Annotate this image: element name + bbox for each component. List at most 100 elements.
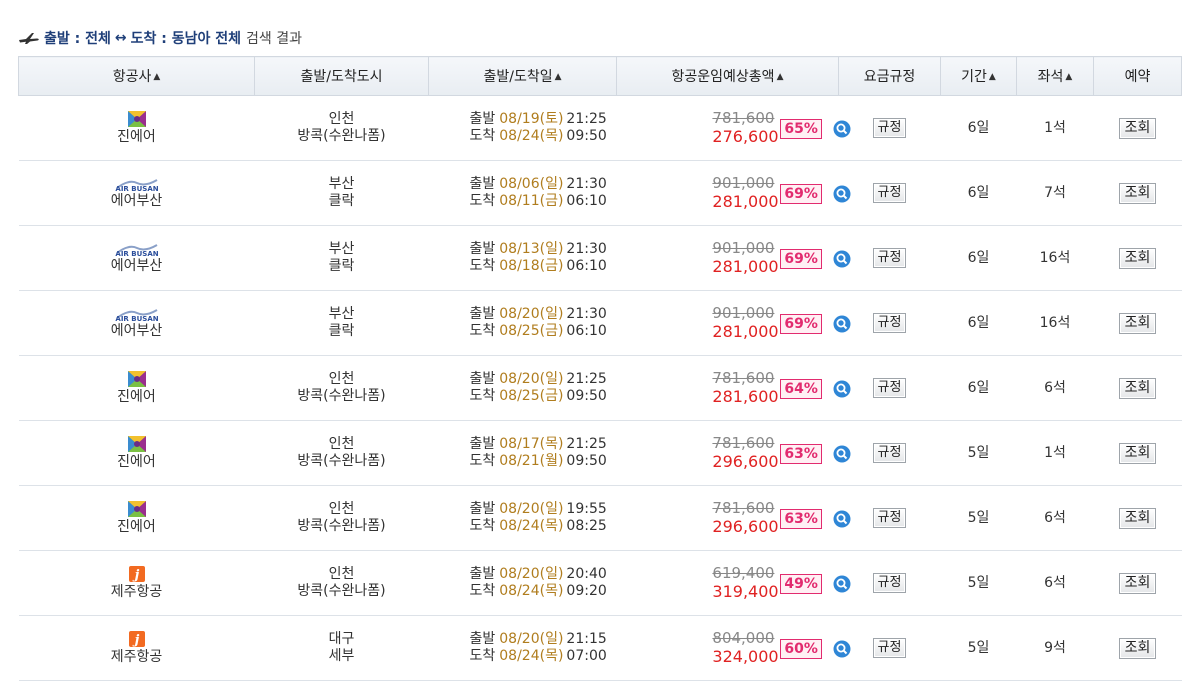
header-duration[interactable]: 기간 ▲ [940,56,1017,96]
magnifier-icon[interactable] [833,185,851,203]
arrival-line: 도착 08/25(금) 06:10 [429,323,617,340]
view-button[interactable]: 조회 [1118,377,1157,399]
fare-rule-cell: 규정 [838,615,941,681]
magnifier-icon[interactable] [833,445,851,463]
dates-cell: 출발 08/06(일) 21:30 도착 08/11(금) 06:10 [428,160,617,226]
departure-city: 인천 [328,501,355,517]
header-airline[interactable]: 항공사 ▲ [18,56,255,96]
departure-time: 21:25 [566,111,607,127]
departure-date: 08/13(일) [499,241,564,257]
jejuair-logo-icon: j [128,566,145,583]
airline-cell: j 제주항공 [18,615,255,681]
jinair-logo-icon [127,371,146,387]
magnifier-icon[interactable] [833,120,851,138]
view-button[interactable]: 조회 [1118,117,1157,139]
duration-cell: 5일 [940,550,1017,616]
discount-badge: 64% [780,379,822,399]
fare-cell: 901,000 281,000 69% [616,290,851,356]
fare-rule-button[interactable]: 규정 [872,443,907,463]
magnifier-icon[interactable] [833,380,851,398]
original-price: 901,000 [712,239,775,257]
original-price: 781,600 [712,499,775,517]
view-button[interactable]: 조회 [1118,572,1157,594]
header-cities: 출발/도착도시 [254,56,429,96]
arrival-line: 도착 08/21(월) 09:50 [429,453,617,470]
fare-rule-button[interactable]: 규정 [872,378,907,398]
fare-cell: 781,600 281,600 64% [616,355,851,421]
fare-rule-cell: 규정 [838,550,941,616]
view-button[interactable]: 조회 [1118,247,1157,269]
departure-city: 인천 [328,111,355,127]
departure-time: 21:30 [566,241,607,257]
jinair-logo-icon [127,501,146,517]
view-button[interactable]: 조회 [1118,182,1157,204]
magnifier-icon[interactable] [833,575,851,593]
header-fare[interactable]: 항공운임예상총액 ▲ [616,56,839,96]
duration-cell: 6일 [940,225,1017,291]
final-price: 281,000 [712,192,779,211]
duration-cell: 5일 [940,615,1017,681]
fare-rule-cell: 규정 [838,160,941,226]
arrive-label: 도착 [469,518,496,534]
final-price: 319,400 [712,582,779,601]
fare-rule-button[interactable]: 규정 [872,508,907,528]
airline-name: 진에어 [117,519,156,535]
price-block: 781,600 296,600 63% [712,434,851,472]
departure-date: 08/06(일) [499,176,564,192]
fare-rule-button[interactable]: 규정 [872,118,907,138]
final-price: 281,600 [712,387,779,406]
departure-line: 출발 08/20(일) 21:15 [429,631,617,648]
arrival-time: 06:10 [566,193,607,209]
arrival-date: 08/11(금) [499,193,564,209]
airline-name: 제주항공 [110,584,163,600]
fare-rule-button[interactable]: 규정 [872,248,907,268]
fare-rule-cell: 규정 [838,95,941,161]
fare-rule-button[interactable]: 규정 [872,638,907,658]
fare-cell: 781,600 296,600 63% [616,485,851,551]
fare-rule-button[interactable]: 규정 [872,573,907,593]
departure-time: 21:25 [566,436,607,452]
sort-arrow-icon[interactable]: ▲ [989,72,996,82]
duration-cell: 5일 [940,420,1017,486]
reservation-cell: 조회 [1093,290,1182,356]
fare-rule-cell: 규정 [838,420,941,486]
svg-text:AIR BUSAN: AIR BUSAN [115,185,158,192]
view-button[interactable]: 조회 [1118,637,1157,659]
header-label: 항공사 [112,69,152,85]
arrival-time: 09:20 [566,583,607,599]
discount-badge: 65% [780,119,822,139]
departure-line: 출발 08/17(목) 21:25 [429,436,617,453]
magnifier-icon[interactable] [833,250,851,268]
fare-rule-button[interactable]: 규정 [872,313,907,333]
departure-line: 출발 08/20(일) 19:55 [429,501,617,518]
header-seats[interactable]: 좌석 ▲ [1016,56,1094,96]
price-block: 901,000 281,000 69% [712,239,851,277]
discount-badge: 69% [780,314,822,334]
cities-cell: 인천 방콕(수완나폼) [254,485,429,551]
sort-arrow-icon[interactable]: ▲ [555,72,562,82]
discount-badge: 63% [780,509,822,529]
airline-name: 에어부산 [110,193,163,209]
fare-rule-button[interactable]: 규정 [872,183,907,203]
magnifier-icon[interactable] [833,640,851,658]
magnifier-icon[interactable] [833,315,851,333]
price-block: 901,000 281,000 69% [712,174,851,212]
arrival-city: 클락 [328,193,355,209]
view-button[interactable]: 조회 [1118,442,1157,464]
magnifier-icon[interactable] [833,510,851,528]
view-button[interactable]: 조회 [1118,507,1157,529]
sort-arrow-icon[interactable]: ▲ [777,72,784,82]
sort-arrow-icon[interactable]: ▲ [1065,72,1072,82]
dates-cell: 출발 08/20(일) 20:40 도착 08/24(목) 09:20 [428,550,617,616]
view-button[interactable]: 조회 [1118,312,1157,334]
airline-cell: 진에어 [18,485,255,551]
departure-time: 20:40 [566,566,607,582]
header-label: 예약 [1124,69,1151,85]
dates-cell: 출발 08/20(일) 19:55 도착 08/24(목) 08:25 [428,485,617,551]
header-dates[interactable]: 출발/도착일 ▲ [428,56,617,96]
flight-results-table: 항공사 ▲ 출발/도착도시 출발/도착일 ▲ 항공운임예상총액 ▲ 요금규정 기간 ▲ … [18,56,1182,681]
sort-arrow-icon[interactable]: ▲ [153,72,160,82]
reservation-cell: 조회 [1093,485,1182,551]
cities-cell: 대구 세부 [254,615,429,681]
departure-line: 출발 08/20(일) 21:25 [429,371,617,388]
